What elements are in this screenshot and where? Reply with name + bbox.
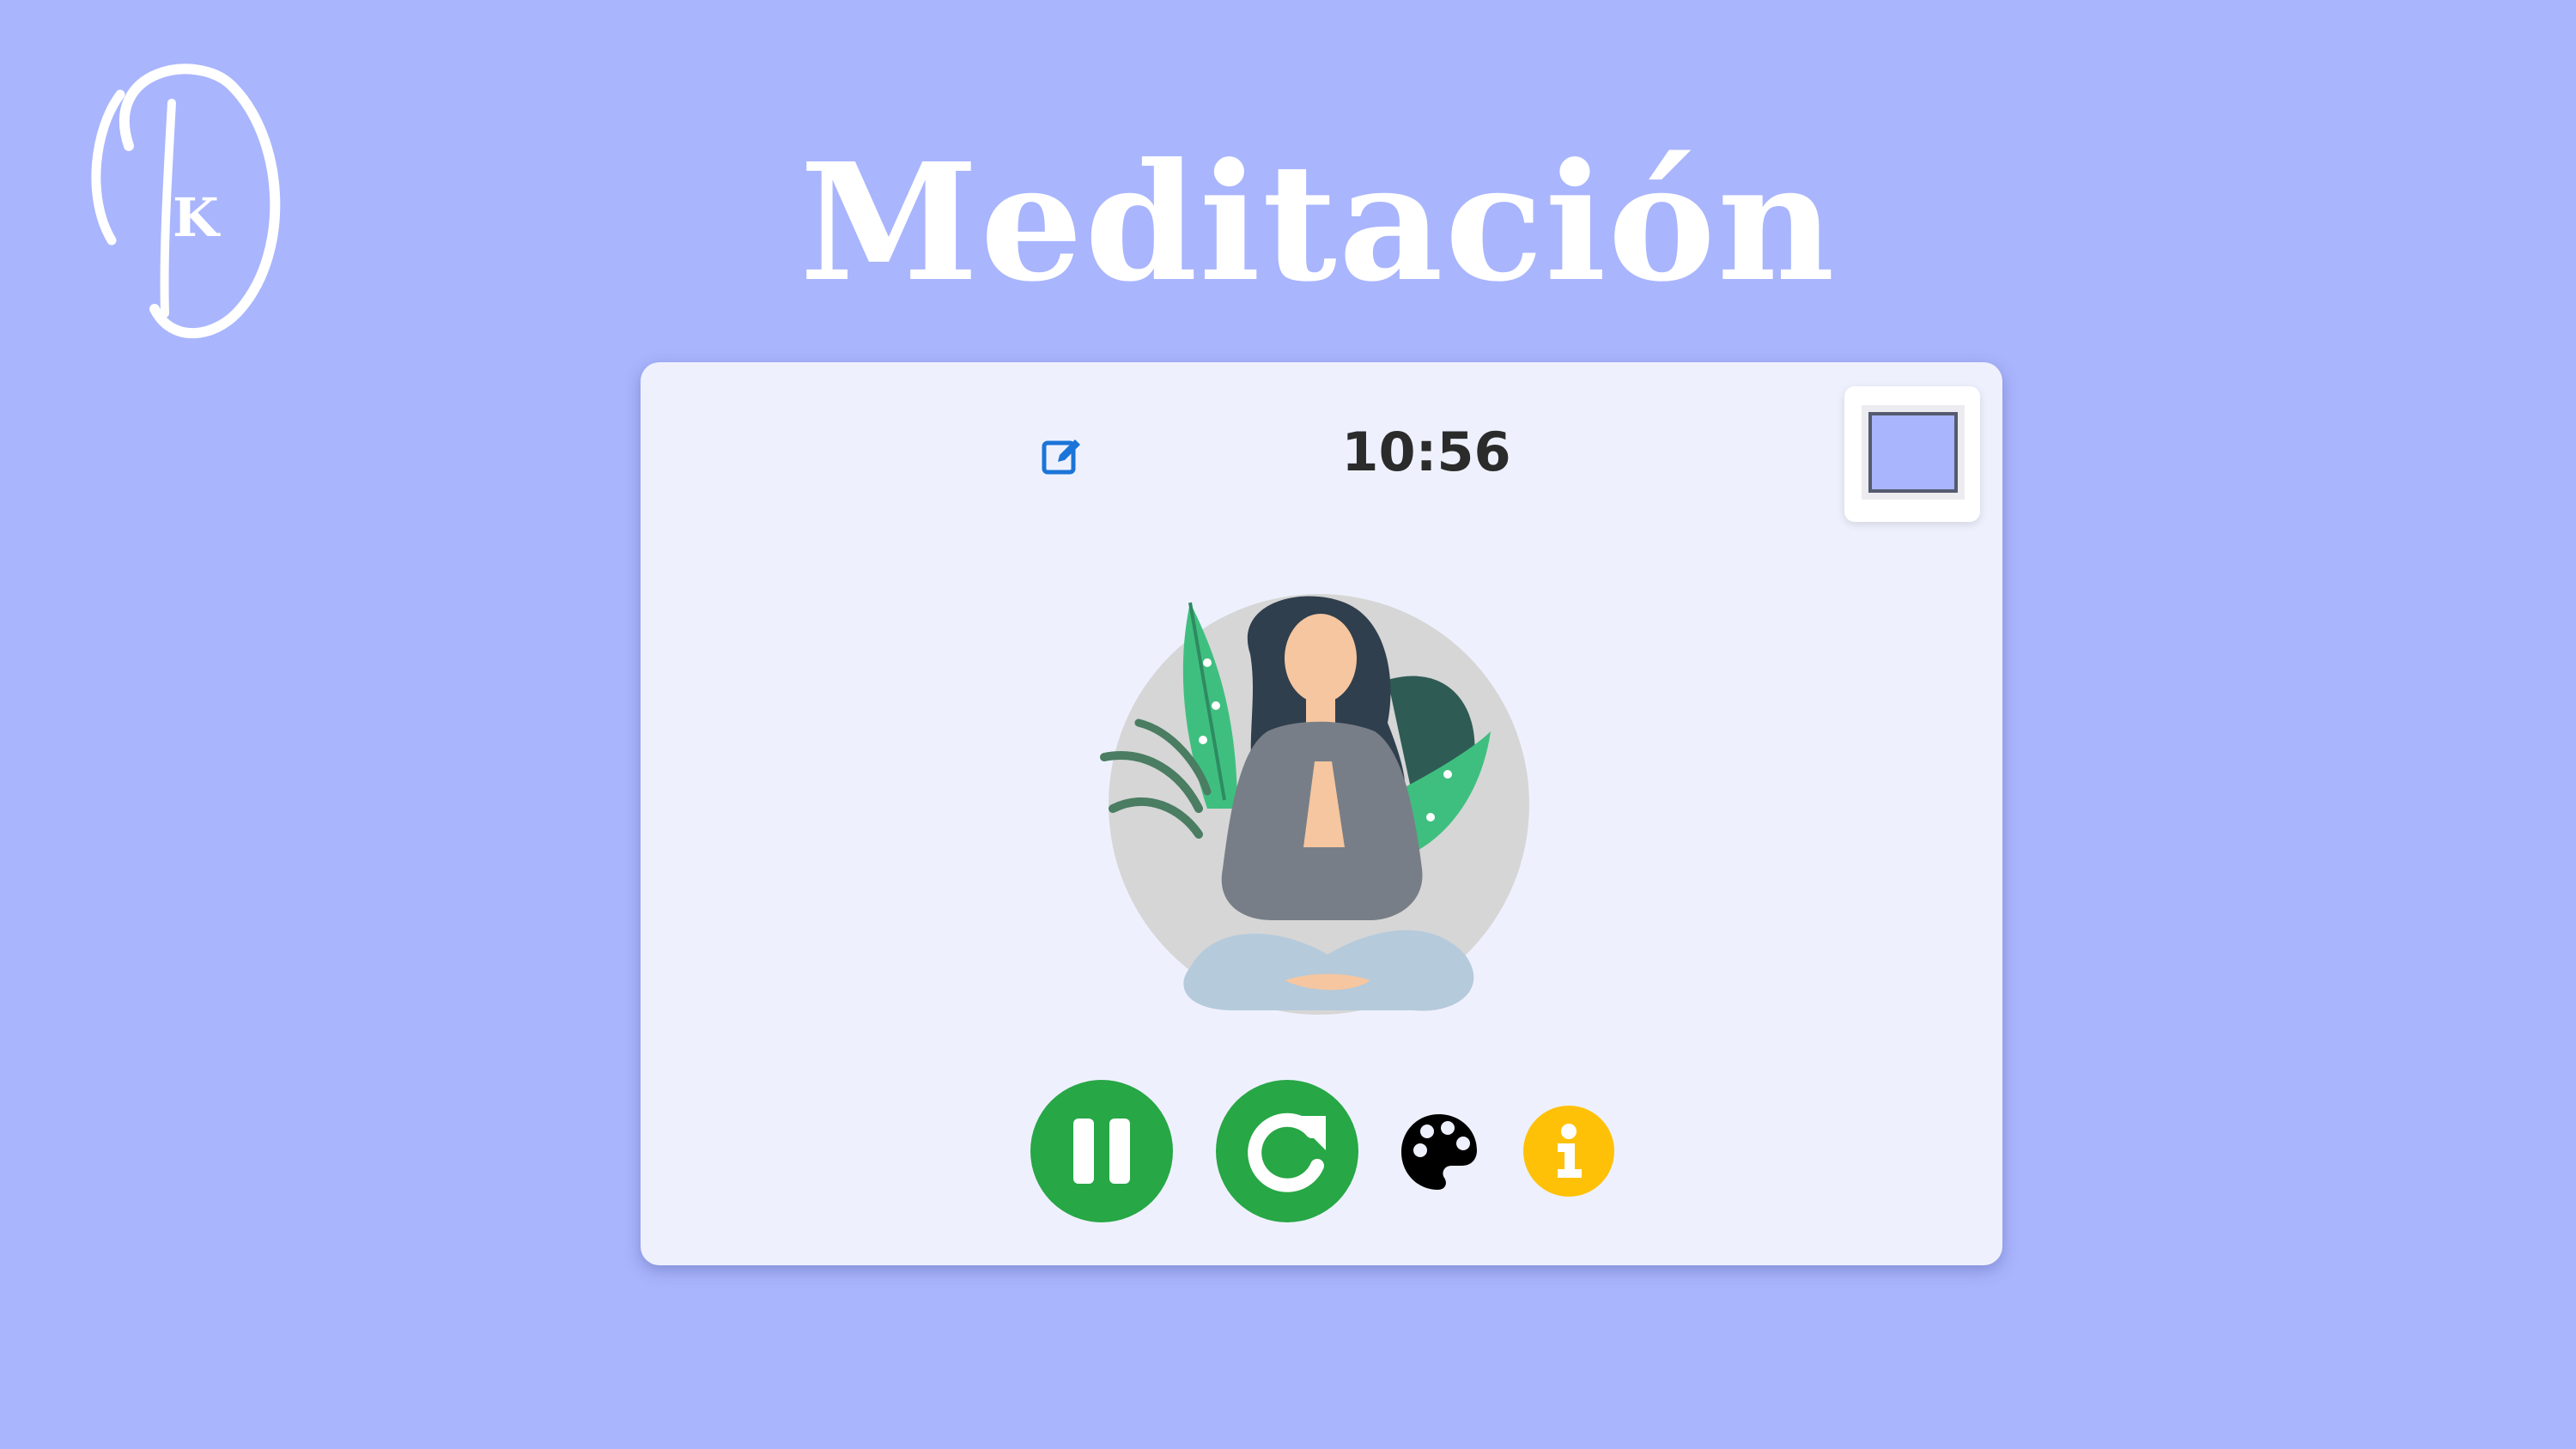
timer-display: 10:56	[1341, 421, 1511, 483]
restart-icon	[1248, 1113, 1326, 1192]
meditation-illustration	[1100, 594, 1529, 1015]
edit-time-button[interactable]	[1039, 433, 1085, 479]
edit-icon	[1042, 440, 1080, 475]
timer-controls	[641, 1080, 2002, 1226]
theme-button[interactable]	[1398, 1111, 1480, 1193]
info-icon	[1558, 1124, 1582, 1178]
meditation-timer-card: 10:56	[641, 362, 2002, 1265]
page-title: Meditación	[799, 128, 1837, 318]
palette-icon	[1401, 1114, 1477, 1190]
pause-button[interactable]	[1030, 1080, 1173, 1222]
selected-color-swatch	[1868, 412, 1958, 493]
info-button[interactable]	[1523, 1106, 1614, 1197]
pause-icon	[1073, 1119, 1130, 1184]
background-color-picker[interactable]	[1844, 386, 1980, 522]
restart-button[interactable]	[1216, 1080, 1358, 1222]
